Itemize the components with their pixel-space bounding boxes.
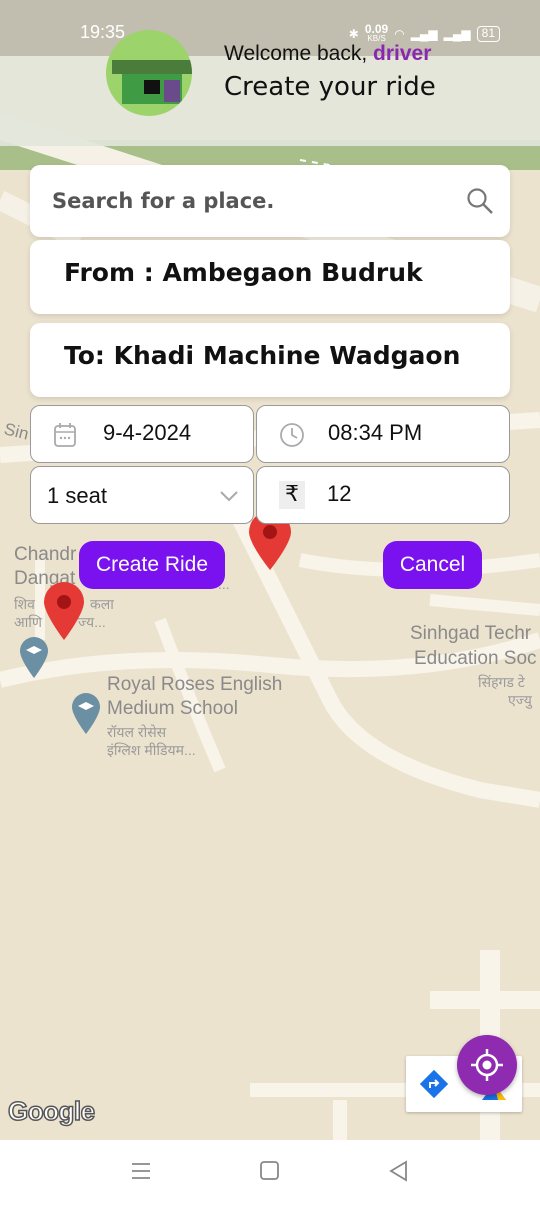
fare-input[interactable]: ₹ 12: [256, 466, 510, 524]
time-value: 08:34 PM: [328, 420, 423, 445]
map-pin-origin[interactable]: [42, 582, 86, 642]
status-icons: ✱ 0.09 KB/S ◠ ▂▄▆ ▂▄▆ 81: [348, 22, 500, 44]
user-role: driver: [373, 42, 432, 65]
create-ride-button[interactable]: Create Ride: [79, 541, 225, 589]
bluetooth-icon: ✱: [348, 27, 359, 41]
chevron-down-icon: [220, 491, 238, 502]
signal-icon: ▂▄▆: [410, 27, 438, 41]
clock-icon: [280, 423, 304, 447]
school-pin-icon: [72, 693, 100, 734]
map-label-aani: आणि: [14, 614, 43, 630]
directions-icon[interactable]: [420, 1070, 450, 1100]
seat-value: 1 seat: [47, 483, 107, 508]
back-icon[interactable]: [388, 1160, 410, 1182]
search-icon[interactable]: [466, 187, 494, 215]
home-icon[interactable]: [259, 1160, 281, 1182]
date-value: 9-4-2024: [103, 420, 192, 445]
map-label-royal-roses-2: Medium School: [107, 698, 238, 719]
map-label-shiv: शिव: [14, 596, 35, 612]
search-input[interactable]: Search for a place.: [30, 165, 510, 237]
menu-icon[interactable]: [130, 1160, 152, 1182]
map-label-sinhgad: Sinhgad Techr: [410, 623, 532, 644]
map-label-royal-hi: रॉयल रोसेस: [107, 724, 167, 740]
search-placeholder: Search for a place.: [52, 189, 275, 213]
status-time: 19:35: [80, 22, 126, 42]
target-icon: [471, 1049, 503, 1081]
avatar[interactable]: [106, 30, 192, 116]
fare-value: 12: [327, 481, 352, 506]
signal-icon: ▂▄▆: [443, 27, 471, 41]
to-location-field[interactable]: To: Khadi Machine Wadgaon: [30, 323, 510, 397]
map-label-royal-hi-2: इंग्लिश मीडियम...: [107, 742, 196, 758]
net-speed: 0.09 KB/S: [364, 22, 389, 43]
map-label-chandr: Chandr: [14, 544, 77, 565]
to-location-text: To: Khadi Machine Wadgaon: [64, 341, 461, 370]
map-label-sinhgad-hi: सिंहगड टे: [478, 674, 525, 690]
school-pin-icon: [20, 637, 48, 678]
welcome-text: Welcome back, driver: [224, 42, 432, 65]
date-picker[interactable]: 9-4-2024: [30, 405, 254, 463]
map-label-kala: कला: [90, 596, 114, 612]
map-label-sinhgad-2: Education Soc: [414, 648, 537, 669]
wifi-icon: ◠: [394, 27, 405, 41]
battery-icon: 81: [476, 26, 500, 42]
from-location-field[interactable]: From : Ambegaon Budruk: [30, 240, 510, 314]
map-label-sinhgad-hi-2: एज्यु: [508, 692, 532, 708]
time-picker[interactable]: 08:34 PM: [256, 405, 510, 463]
seat-select[interactable]: 1 seat: [30, 466, 254, 524]
page-title: Create your ride: [224, 72, 436, 102]
calendar-icon: [54, 423, 76, 447]
map-label-royal-roses: Royal Roses English: [107, 674, 283, 695]
system-nav-bar: [0, 1140, 540, 1206]
cancel-button[interactable]: Cancel: [383, 541, 482, 589]
google-logo: Google: [7, 1095, 96, 1127]
from-location-text: From : Ambegaon Budruk: [64, 258, 423, 287]
rupee-icon: ₹: [279, 481, 305, 509]
my-location-button[interactable]: [457, 1035, 517, 1095]
